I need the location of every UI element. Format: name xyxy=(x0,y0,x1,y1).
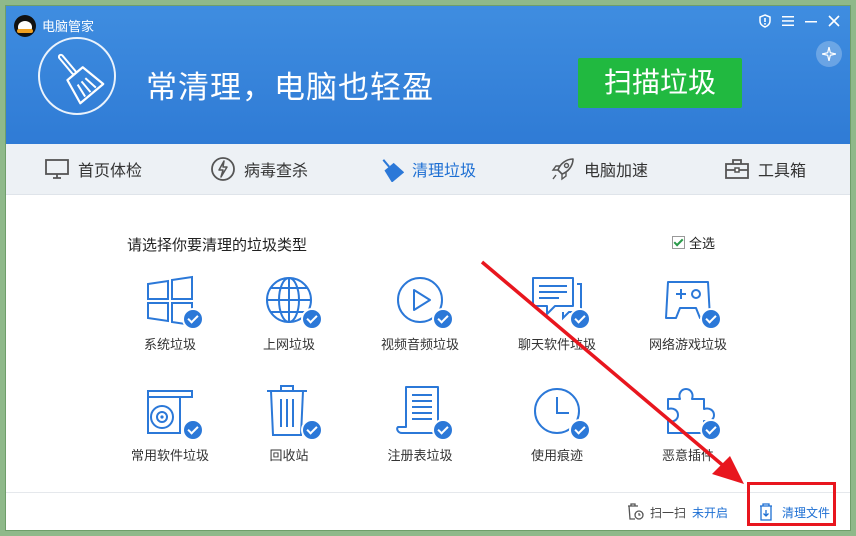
category-malicious-plugins[interactable]: 恶意插件 xyxy=(633,383,743,464)
checked-badge-icon xyxy=(182,308,204,330)
toolbox-icon xyxy=(725,159,749,179)
category-label: 聊天软件垃圾 xyxy=(517,338,596,353)
footer-bar: 扫一扫 未开启 清理文件 xyxy=(6,492,850,530)
category-label: 上网垃圾 xyxy=(262,338,315,353)
category-internet-junk[interactable]: 上网垃圾 xyxy=(234,272,344,353)
trash-clock-icon xyxy=(628,503,644,520)
category-label: 注册表垃圾 xyxy=(387,449,453,464)
category-label: 网络游戏垃圾 xyxy=(648,338,727,353)
annotation-highlight-box xyxy=(747,482,836,526)
menu-icon[interactable] xyxy=(779,14,797,32)
tab-label: 工具箱 xyxy=(758,161,807,180)
category-label: 常用软件垃圾 xyxy=(130,449,209,464)
lightning-circle-icon xyxy=(211,157,235,181)
tab-label: 病毒查杀 xyxy=(244,161,309,180)
category-label: 使用痕迹 xyxy=(530,449,583,464)
category-online-game-junk[interactable]: 网络游戏垃圾 xyxy=(633,272,743,353)
checked-badge-icon xyxy=(569,419,591,441)
checked-badge-icon xyxy=(569,308,591,330)
scan-label: 扫一扫 xyxy=(650,505,687,520)
checked-badge-icon xyxy=(700,419,722,441)
category-label: 系统垃圾 xyxy=(143,338,196,353)
scan-status: 未开启 xyxy=(692,505,729,520)
checked-badge-icon xyxy=(182,419,204,441)
tab-virus-scan[interactable]: 病毒查杀 xyxy=(210,144,308,194)
broom-icon xyxy=(38,37,116,115)
tab-label: 清理垃圾 xyxy=(412,161,477,180)
sparkle-icon[interactable] xyxy=(816,41,842,67)
category-recycle-bin[interactable]: 回收站 xyxy=(234,383,344,464)
category-common-software-junk[interactable]: 常用软件垃圾 xyxy=(115,383,225,464)
scan-qr-toggle[interactable]: 扫一扫 未开启 xyxy=(626,503,728,521)
main-nav: 首页体检 病毒查杀 清理垃圾 电脑加速 工具箱 xyxy=(6,144,850,195)
checkbox-checked-icon xyxy=(672,236,685,249)
tab-toolbox[interactable]: 工具箱 xyxy=(724,144,806,194)
section-title: 请选择你要清理的垃圾类型 xyxy=(127,236,308,254)
monitor-icon xyxy=(45,159,69,179)
tab-speed-up[interactable]: 电脑加速 xyxy=(550,144,648,194)
minimize-icon[interactable] xyxy=(802,14,820,32)
tab-label: 电脑加速 xyxy=(584,161,649,180)
select-all-label: 全选 xyxy=(689,237,716,252)
category-label: 视频音频垃圾 xyxy=(380,338,459,353)
shield-icon[interactable] xyxy=(756,14,774,32)
category-usage-traces[interactable]: 使用痕迹 xyxy=(502,383,612,464)
window-title: 电脑管家 xyxy=(42,20,95,35)
close-icon[interactable] xyxy=(825,14,843,32)
select-all-checkbox[interactable]: 全选 xyxy=(672,233,715,252)
slogan: 常清理，电脑也轻盈 xyxy=(146,70,434,106)
qq-penguin-logo-icon xyxy=(14,15,36,37)
tab-clean-junk[interactable]: 清理垃圾 xyxy=(378,144,476,194)
checked-badge-icon xyxy=(432,308,454,330)
checked-badge-icon xyxy=(301,419,323,441)
category-chat-software-junk[interactable]: 聊天软件垃圾 xyxy=(502,272,612,353)
category-video-audio-junk[interactable]: 视频音频垃圾 xyxy=(365,272,475,353)
tab-label: 首页体检 xyxy=(78,161,143,180)
checked-badge-icon xyxy=(301,308,323,330)
category-system-junk[interactable]: 系统垃圾 xyxy=(115,272,225,353)
category-label: 恶意插件 xyxy=(661,449,714,464)
app-window: 电脑管家 常清理，电脑也轻盈 扫描垃圾 首页体检 病毒查杀 清理垃圾 电脑加速 … xyxy=(6,6,850,530)
banner: 电脑管家 常清理，电脑也轻盈 扫描垃圾 xyxy=(6,6,850,144)
broom-icon xyxy=(382,159,404,182)
scan-junk-button[interactable]: 扫描垃圾 xyxy=(578,58,742,108)
rocket-icon xyxy=(551,158,574,181)
category-label: 回收站 xyxy=(269,449,309,464)
tab-home-checkup[interactable]: 首页体检 xyxy=(44,144,142,194)
checked-badge-icon xyxy=(700,308,722,330)
checked-badge-icon xyxy=(432,419,454,441)
category-registry-junk[interactable]: 注册表垃圾 xyxy=(365,383,475,464)
